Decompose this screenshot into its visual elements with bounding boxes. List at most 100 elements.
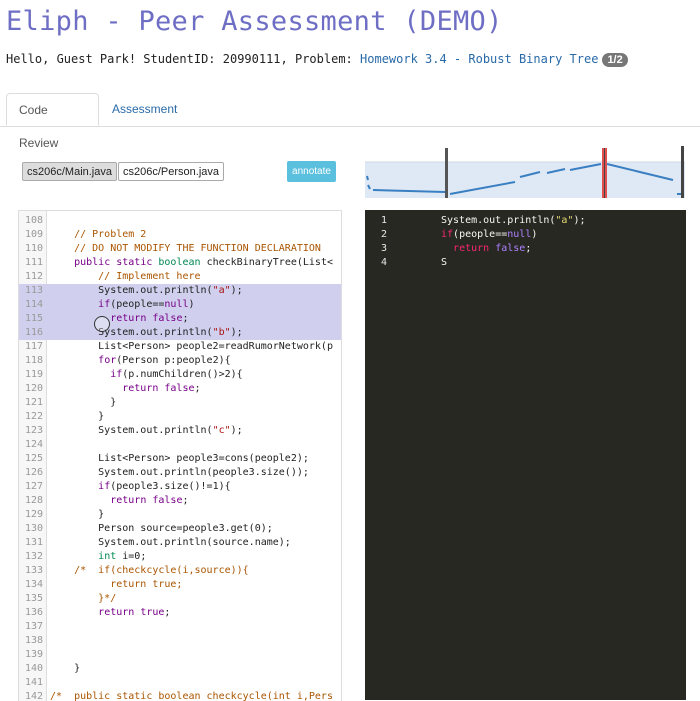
code-text: } (50, 396, 116, 410)
file-button-person[interactable]: cs206c/Person.java (118, 162, 224, 181)
code-text: } (50, 410, 104, 424)
code-line[interactable]: 137 (19, 620, 341, 634)
code-line[interactable]: 114 if(people==null) (19, 298, 341, 312)
code-token: "a" (212, 285, 231, 296)
code-line[interactable]: 116 System.out.println("b"); (19, 326, 341, 340)
annotation-panel[interactable]: 1 System.out.println("a"); 2 if(people==nul… (365, 210, 686, 700)
code-line[interactable]: 138 (19, 634, 341, 648)
annotation-line[interactable]: 4S (365, 256, 686, 270)
code-token: } (50, 397, 117, 408)
code-line[interactable]: 127 if(people3.size()!=1){ (19, 480, 341, 494)
code-text: System.out.println("c"); (50, 424, 243, 438)
code-editor[interactable]: 108 109 // Problem 2 110 // DO NOT MODIFY … (18, 210, 342, 701)
annotation-token: (people== (453, 229, 508, 240)
code-token: } (50, 663, 81, 674)
code-line[interactable]: 134 return true; (19, 578, 341, 592)
code-line[interactable]: 132 int i=0; (19, 550, 341, 564)
code-token: boolean (158, 257, 207, 268)
code-line[interactable]: 109 // Problem 2 (19, 228, 341, 242)
code-token: if (110, 369, 123, 380)
annotation-line[interactable]: 2 if(people==null) (365, 228, 686, 242)
annotation-token: System.out.println( (441, 215, 556, 226)
code-text: int i=0; (50, 550, 146, 564)
code-minimap[interactable] (365, 146, 685, 198)
annotation-line-number: 4 (381, 257, 388, 268)
code-line[interactable]: 124 (19, 438, 341, 452)
line-number: 123 (24, 425, 43, 436)
annotation-line[interactable]: 3 return false; (365, 242, 686, 256)
code-text: if(people==null) (50, 298, 194, 312)
code-line[interactable]: 129 } (19, 508, 341, 522)
annotation-text: return false; (441, 242, 531, 256)
code-line[interactable]: 139 (19, 648, 341, 662)
tab-code-review[interactable]: Code Review (6, 93, 99, 150)
code-token: return false (110, 495, 183, 506)
line-number: 117 (24, 341, 43, 352)
code-token: i=0; (122, 551, 147, 562)
code-line[interactable]: 126 System.out.println(people3.size()); (19, 466, 341, 480)
code-line[interactable]: 113 System.out.println("a"); (19, 284, 341, 298)
code-token: // Implement here (50, 271, 201, 282)
tab-assessment[interactable]: Assessment (100, 93, 189, 126)
annotate-button[interactable]: annotate (287, 161, 336, 182)
minimap-marker-right[interactable] (681, 146, 684, 198)
code-line[interactable]: 131 System.out.println(source.name); (19, 536, 341, 550)
annotation-text: System.out.println("a"); (441, 214, 586, 228)
code-line[interactable]: 119 if(p.numChildren()>2){ (19, 368, 341, 382)
annotation-token: return (453, 243, 496, 254)
code-line[interactable]: 111 public static boolean checkBinaryTre… (19, 256, 341, 270)
minimap-top (365, 148, 685, 162)
problem-link[interactable]: Homework 3.4 - Robust Binary Tree (360, 52, 598, 66)
code-line[interactable]: 122 } (19, 410, 341, 424)
line-number: 135 (24, 593, 43, 604)
code-line[interactable]: 108 (19, 214, 341, 228)
line-number: 136 (24, 607, 43, 618)
code-text: public static boolean checkBinaryTree(Li… (50, 256, 333, 270)
code-line[interactable]: 115 return false; (19, 312, 341, 326)
code-line[interactable]: 136 return true; (19, 606, 341, 620)
line-number: 141 (24, 677, 43, 688)
code-line[interactable]: 130 Person source=people3.get(0); (19, 522, 341, 536)
annotation-line-number: 1 (381, 215, 388, 226)
code-token: // Problem 2 (50, 229, 147, 240)
line-number: 122 (24, 411, 43, 422)
code-text: List<Person> people2=readRumorNetwork(p (50, 340, 333, 354)
code-line[interactable]: 112 // Implement here (19, 270, 341, 284)
line-number: 126 (24, 467, 43, 478)
code-line[interactable]: 141 (19, 676, 341, 690)
annotation-token: false (495, 243, 526, 254)
line-number: 128 (24, 495, 43, 506)
code-line[interactable]: 123 System.out.println("c"); (19, 424, 341, 438)
code-text: System.out.println("b"); (50, 326, 243, 340)
file-button-main[interactable]: cs206c/Main.java (22, 162, 117, 181)
code-line[interactable]: 120 return false; (19, 382, 341, 396)
minimap-band (365, 162, 685, 198)
code-text: return false; (50, 312, 188, 326)
code-line[interactable]: 140 } (19, 662, 341, 676)
code-token: "b" (212, 327, 231, 338)
line-number: 138 (24, 635, 43, 646)
code-line[interactable]: 121 } (19, 396, 341, 410)
code-line[interactable]: 133 /* if(checkcycle(i,source)){ (19, 564, 341, 578)
code-token: (people== (110, 299, 165, 310)
code-line[interactable]: 117 List<Person> people2=readRumorNetwor… (19, 340, 341, 354)
code-token: } (50, 509, 105, 520)
line-number: 130 (24, 523, 43, 534)
line-number: 127 (24, 481, 43, 492)
code-line[interactable]: 135 }*/ (19, 592, 341, 606)
code-line[interactable]: 125 List<Person> people3=cons(people2); (19, 452, 341, 466)
code-line[interactable]: 110 // DO NOT MODIFY THE FUNCTION DECLAR… (19, 242, 341, 256)
code-token: ); (230, 425, 243, 436)
mouse-cursor-icon (94, 316, 110, 332)
annotation-line[interactable]: 1 System.out.println("a"); (365, 214, 686, 228)
code-line[interactable]: 142 /* public static boolean checkcycle(i… (19, 690, 341, 701)
minimap-marker-left[interactable] (445, 148, 448, 198)
code-line[interactable]: 118 for(Person p:people2){ (19, 354, 341, 368)
code-text: /* if(checkcycle(i,source)){ (50, 564, 249, 578)
code-token: System.out.println( (50, 285, 213, 296)
code-line[interactable]: 128 return false; (19, 494, 341, 508)
line-number: 114 (24, 299, 43, 310)
code-token: System.out.println(people3.size()); (50, 467, 309, 478)
